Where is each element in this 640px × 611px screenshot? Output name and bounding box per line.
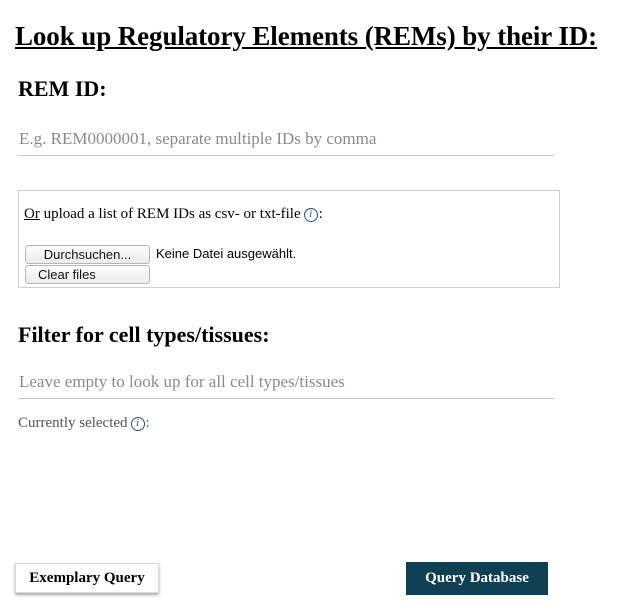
upload-prompt-colon: : <box>318 206 323 222</box>
browse-file-button[interactable]: Durchsuchen... <box>25 245 150 264</box>
currently-selected: Currently selected i : <box>18 415 150 432</box>
page-title: Look up Regulatory Elements (REMs) by th… <box>15 21 598 51</box>
upload-prompt: Or upload a list of REM IDs as csv- or t… <box>24 206 323 223</box>
filter-heading: Filter for cell types/tissues: <box>18 322 270 347</box>
rem-id-input[interactable] <box>18 123 554 156</box>
clear-files-button[interactable]: Clear files <box>25 265 150 284</box>
file-status-text: Keine Datei ausgewählt. <box>156 246 297 261</box>
info-icon[interactable]: i <box>303 207 318 222</box>
currently-selected-label: Currently selected <box>18 415 128 431</box>
currently-selected-colon: : <box>145 415 150 431</box>
upload-prompt-text: upload a list of REM IDs as csv- or txt-… <box>39 206 301 222</box>
query-database-button[interactable]: Query Database <box>406 562 548 595</box>
exemplary-query-button[interactable]: Exemplary Query <box>15 563 159 593</box>
upload-or-text: Or <box>24 206 40 222</box>
rem-id-heading: REM ID: <box>18 76 107 101</box>
info-icon[interactable]: i <box>130 416 145 431</box>
cell-type-filter-input[interactable] <box>18 365 554 399</box>
upload-panel: Or upload a list of REM IDs as csv- or t… <box>18 190 560 288</box>
